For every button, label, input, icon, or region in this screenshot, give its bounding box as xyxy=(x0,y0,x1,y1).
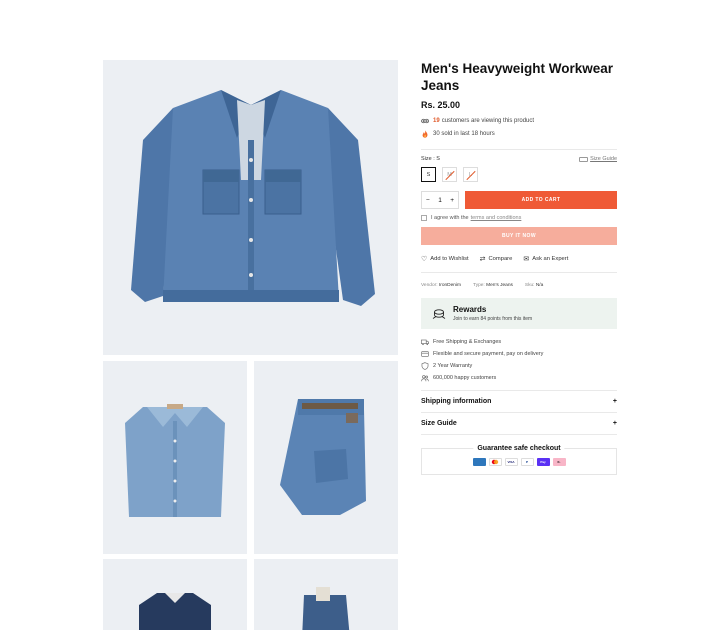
product-image-shirt[interactable] xyxy=(103,361,247,554)
paypal-icon: P xyxy=(520,458,534,466)
size-guide-accordion[interactable]: Size Guide + xyxy=(421,413,617,435)
divider xyxy=(421,149,617,150)
product-image-jeans-tag[interactable] xyxy=(254,559,398,630)
spec-vendor-label: Vendor: xyxy=(421,283,438,288)
plus-icon: + xyxy=(612,398,617,405)
guarantee-title: Guarantee safe checkout xyxy=(473,445,565,452)
card-icon xyxy=(421,351,429,357)
size-guide-label: Size Guide xyxy=(590,156,617,162)
buy-now-button[interactable]: BUY IT NOW xyxy=(421,227,617,245)
quantity-stepper: − 1 + xyxy=(421,191,459,209)
product-title: Men's Heavyweight Workwear Jeans xyxy=(421,61,614,93)
spec-sku: Sku: N/a xyxy=(525,283,543,288)
rewards-box[interactable]: Rewards Join to earn 84 points from this… xyxy=(421,298,617,329)
product-price: Rs. 25.00 xyxy=(421,100,461,110)
size-guide-accordion-label: Size Guide xyxy=(421,420,457,427)
sold-line: 30 sold in last 18 hours xyxy=(421,130,617,138)
viewers-count: 19 xyxy=(433,118,440,124)
perk-item: Flexible and secure payment, pay on deli… xyxy=(421,348,617,360)
visa-icon: VISA xyxy=(504,458,518,466)
truck-icon xyxy=(421,339,429,346)
fire-icon xyxy=(422,130,428,138)
spec-sku-value: N/a xyxy=(535,283,544,288)
add-to-wishlist-button[interactable]: ♡ Add to Wishlist xyxy=(421,255,469,263)
sold-text: 30 sold in last 18 hours xyxy=(433,131,495,137)
perk-item: 600,000 happy customers xyxy=(421,372,617,384)
size-options: S M L xyxy=(421,167,617,182)
rewards-title: Rewards xyxy=(453,305,487,314)
spec-type-label: Type: xyxy=(473,283,485,288)
quantity-plus-button[interactable]: + xyxy=(450,197,454,204)
spec-vendor: Vendor: IronDenim xyxy=(421,283,461,288)
size-row: Size : S Size Guide xyxy=(421,156,617,162)
size-option-l[interactable]: L xyxy=(463,167,478,182)
mastercard-icon xyxy=(488,458,502,466)
viewers-line: 19 customers are viewing this product xyxy=(421,117,617,125)
add-to-cart-button[interactable]: ADD TO CART xyxy=(465,191,617,209)
product-image-vest[interactable] xyxy=(103,559,247,630)
coins-icon xyxy=(432,308,446,319)
size-guide-link[interactable]: Size Guide xyxy=(579,156,617,162)
shield-icon xyxy=(421,362,429,370)
perks-list: Free Shipping & Exchanges Flexible and s… xyxy=(421,336,617,384)
quantity-minus-button[interactable]: − xyxy=(426,197,430,204)
denim-jacket-image xyxy=(131,90,375,306)
heart-icon: ♡ xyxy=(421,256,428,263)
size-option-m[interactable]: M xyxy=(442,167,457,182)
product-image-main[interactable] xyxy=(103,60,398,355)
spec-sku-label: Sku: xyxy=(524,283,535,288)
product-specs: Vendor: IronDenim Type: Men's Jeans Sku:… xyxy=(421,283,617,288)
size-option-s[interactable]: S xyxy=(421,167,436,182)
shipping-info-label: Shipping information xyxy=(421,398,492,405)
ruler-icon xyxy=(579,156,589,162)
rewards-subtitle: Join to earn 84 points from this item xyxy=(453,316,533,322)
spec-type: Type: Men's Jeans xyxy=(473,283,513,288)
plus-icon: + xyxy=(612,420,617,427)
spec-vendor-value: IronDenim xyxy=(438,283,462,288)
viewers-text: customers are viewing this product xyxy=(441,118,535,124)
amex-icon xyxy=(472,458,486,466)
klarna-icon: K. xyxy=(552,458,566,466)
users-icon xyxy=(421,375,429,382)
quantity-value[interactable]: 1 xyxy=(438,197,442,204)
mail-icon: ✉ xyxy=(523,256,530,263)
ask-expert-label: Ask an Expert xyxy=(532,256,569,262)
wishlist-label: Add to Wishlist xyxy=(430,256,469,262)
compare-button[interactable]: ⇄ Compare xyxy=(480,255,513,263)
guarantee-checkout-box: Guarantee safe checkout VISA P Pay K. xyxy=(421,445,617,475)
shipping-info-accordion[interactable]: Shipping information + xyxy=(421,391,617,413)
terms-checkbox[interactable] xyxy=(421,215,427,221)
product-info: Men's Heavyweight Workwear Jeans Rs. 25.… xyxy=(421,60,617,475)
eyes-icon xyxy=(421,118,429,124)
cart-row: − 1 + ADD TO CART xyxy=(421,191,617,209)
perk-text: Free Shipping & Exchanges xyxy=(433,339,502,345)
perk-item: 2 Year Warranty xyxy=(421,360,617,372)
size-label: Size : S xyxy=(421,156,440,162)
divider xyxy=(421,272,617,273)
compare-arrows-icon: ⇄ xyxy=(479,256,486,263)
spec-type-value: Men's Jeans xyxy=(486,283,513,288)
payment-methods: VISA P Pay K. xyxy=(422,458,616,466)
product-image-jeans-folded[interactable] xyxy=(254,361,398,554)
perk-text: 2 Year Warranty xyxy=(433,363,473,369)
perk-item: Free Shipping & Exchanges xyxy=(421,336,617,348)
terms-link[interactable]: terms and conditions xyxy=(471,215,522,221)
terms-agree-row: I agree with the terms and conditions xyxy=(421,215,617,221)
ask-expert-button[interactable]: ✉ Ask an Expert xyxy=(523,255,568,263)
compare-label: Compare xyxy=(488,256,513,262)
gpay-icon: Pay xyxy=(536,458,550,466)
perk-text: 600,000 happy customers xyxy=(433,375,497,381)
perk-text: Flexible and secure payment, pay on deli… xyxy=(433,351,544,357)
terms-agree-text: I agree with the xyxy=(431,215,469,221)
product-actions: ♡ Add to Wishlist ⇄ Compare ✉ Ask an Exp… xyxy=(421,255,617,263)
